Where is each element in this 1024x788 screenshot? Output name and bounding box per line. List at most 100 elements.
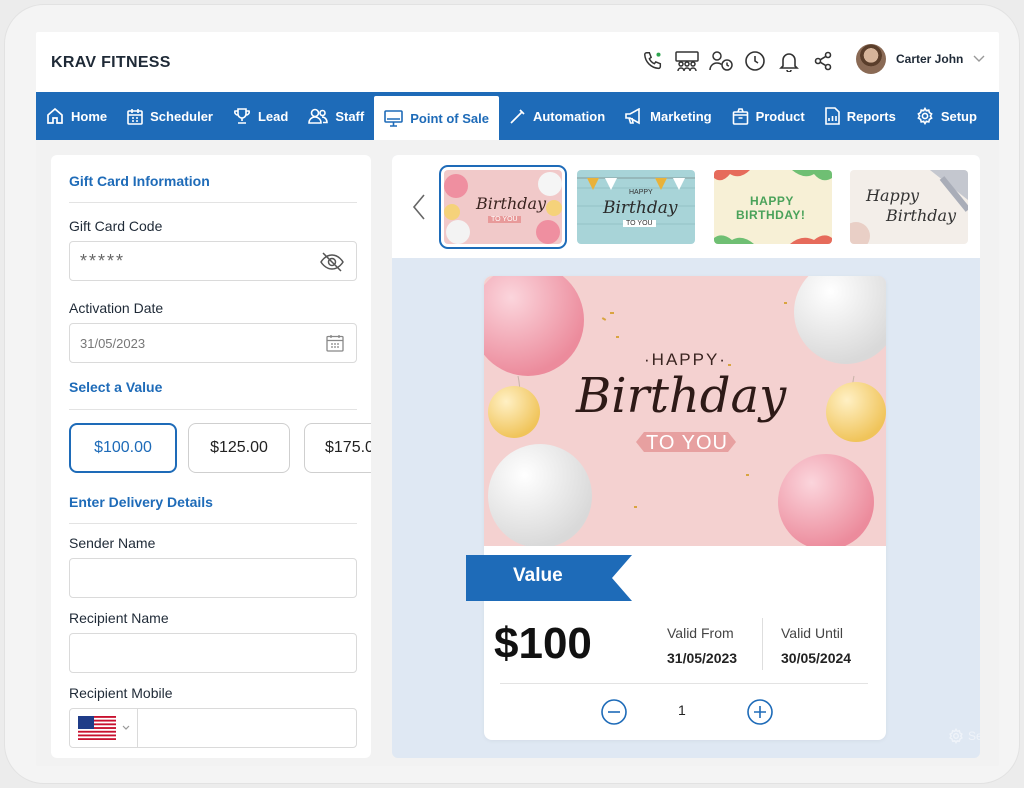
nav-lead-label: Lead (257, 108, 289, 124)
gift-card-code-value: ***** (80, 250, 126, 271)
trophy-icon (234, 108, 250, 124)
nav-staff-label: Staff (335, 108, 365, 124)
nav-setup[interactable]: Setup (906, 92, 987, 140)
design-thumb-1[interactable]: Birthday TO YOU (439, 165, 567, 249)
design-thumb-1-title: Birthday (476, 194, 547, 213)
chevron-down-icon (122, 725, 129, 730)
country-code-select[interactable] (70, 709, 138, 747)
design-thumb-1-subtitle: TO YOU (488, 216, 521, 223)
home-icon (47, 107, 63, 124)
nav-reports-label: Reports (846, 108, 896, 124)
divider (762, 618, 763, 670)
nav-reports[interactable]: Reports (815, 92, 906, 140)
nav-home[interactable]: Home (36, 92, 117, 140)
nav-scheduler[interactable]: Scheduler (117, 92, 223, 140)
decrease-quantity-button[interactable] (600, 698, 628, 726)
gear-icon (917, 107, 933, 125)
design-thumb-2-top: HAPPY (629, 189, 653, 196)
app-screen: KRAV FITNESS Carter John Home Scheduler … (36, 32, 999, 766)
sender-name-input[interactable] (69, 558, 357, 598)
valid-until-label: Valid Until (781, 625, 843, 641)
wand-icon (510, 108, 525, 124)
value-option-175[interactable]: $175.00 (304, 423, 371, 473)
gift-card-preview: Birthday TO YOU HAPPY Birthday TO YOU HA… (392, 155, 980, 758)
design-thumb-4[interactable]: Happy Birthday (850, 170, 968, 244)
nav-staff[interactable]: Staff (298, 92, 374, 140)
main-nav: Home Scheduler Lead Staff Point of Sale … (36, 92, 999, 140)
us-flag-icon (77, 716, 116, 740)
card-image-subtitle: TO YOU (646, 432, 728, 454)
nav-automation-label: Automation (532, 108, 606, 124)
divider (69, 523, 357, 524)
nav-point-of-sale[interactable]: Point of Sale (374, 96, 499, 140)
nav-scheduler-label: Scheduler (150, 108, 213, 124)
valid-from-date: 31/05/2023 (667, 650, 738, 666)
activation-date-value: 31/05/2023 (80, 335, 146, 351)
calendar-icon (127, 108, 143, 125)
quantity-value: 1 (678, 702, 686, 718)
divider (69, 409, 357, 410)
sender-name-label: Sender Name (69, 535, 156, 551)
megaphone-icon (625, 107, 640, 124)
nav-lead[interactable]: Lead (223, 92, 298, 140)
user-menu[interactable]: Carter John (856, 44, 985, 74)
device-frame: KRAV FITNESS Carter John Home Scheduler … (4, 4, 1020, 784)
valid-until-date: 30/05/2024 (781, 650, 852, 666)
gift-card-amount: $100 (494, 619, 592, 668)
top-actions (636, 48, 840, 74)
value-option-100[interactable]: $100.00 (69, 423, 177, 473)
gift-card-form: Gift Card Information Gift Card Code ***… (51, 155, 371, 758)
recipient-name-input[interactable] (69, 633, 357, 673)
share-icon[interactable] (806, 48, 840, 74)
bell-icon[interactable] (772, 48, 806, 74)
floating-setup-label: Setu (968, 729, 980, 743)
floating-setup-button[interactable]: Setu (948, 728, 980, 744)
calendar-icon[interactable] (326, 334, 344, 352)
activation-date-label: Activation Date (69, 300, 164, 316)
users-icon (308, 108, 329, 124)
brand-name: KRAV FITNESS (51, 54, 171, 71)
gift-card-code-input[interactable]: ***** (69, 241, 357, 281)
gear-icon (949, 728, 963, 744)
gift-card-info-heading: Gift Card Information (69, 173, 210, 189)
nav-product[interactable]: Product (722, 92, 815, 140)
nav-marketing-label: Marketing (650, 108, 712, 124)
divider (69, 202, 357, 203)
valid-from-label: Valid From (667, 625, 734, 641)
nav-product-label: Product (755, 108, 805, 124)
select-value-heading: Select a Value (69, 379, 163, 395)
card-image-top-text: ·HAPPY· (644, 350, 727, 369)
design-thumb-4-top: Happy (866, 186, 920, 205)
recipient-name-label: Recipient Name (69, 610, 169, 626)
increase-quantity-button[interactable] (746, 698, 774, 726)
report-icon (824, 107, 840, 125)
phone-icon[interactable] (636, 48, 670, 74)
top-bar: KRAV FITNESS Carter John (36, 32, 999, 92)
nav-home-label: Home (71, 108, 108, 124)
user-name: Carter John (896, 52, 964, 66)
activation-date-input[interactable]: 31/05/2023 (69, 323, 357, 363)
nav-marketing[interactable]: Marketing (615, 92, 721, 140)
value-ribbon-label: Value (513, 565, 563, 586)
chevron-left-icon[interactable] (412, 193, 426, 221)
value-option-125[interactable]: $125.00 (188, 423, 290, 473)
avatar (856, 44, 886, 74)
card-image-title: Birthday (576, 368, 787, 424)
group-class-icon[interactable] (670, 48, 704, 74)
design-selector: Birthday TO YOU HAPPY Birthday TO YOU HA… (392, 155, 980, 258)
design-thumb-2-title: Birthday (603, 198, 678, 218)
clock-icon[interactable] (738, 48, 772, 74)
eye-off-icon[interactable] (320, 252, 344, 272)
nav-setup-label: Setup (940, 108, 977, 124)
design-thumb-3-title: BIRTHDAY! (736, 208, 806, 222)
design-thumb-2-subtitle: TO YOU (623, 220, 656, 227)
user-clock-icon[interactable] (704, 48, 738, 74)
delivery-details-heading: Enter Delivery Details (69, 494, 213, 510)
nav-automation[interactable]: Automation (499, 92, 615, 140)
design-thumb-2[interactable]: HAPPY Birthday TO YOU (577, 170, 695, 244)
recipient-mobile-input[interactable] (69, 708, 357, 748)
design-thumb-4-title: Birthday (886, 206, 957, 225)
design-thumb-3[interactable]: HAPPY BIRTHDAY! (714, 170, 832, 244)
gift-card-code-label: Gift Card Code (69, 218, 163, 234)
design-thumb-3-top: HAPPY (750, 194, 794, 208)
